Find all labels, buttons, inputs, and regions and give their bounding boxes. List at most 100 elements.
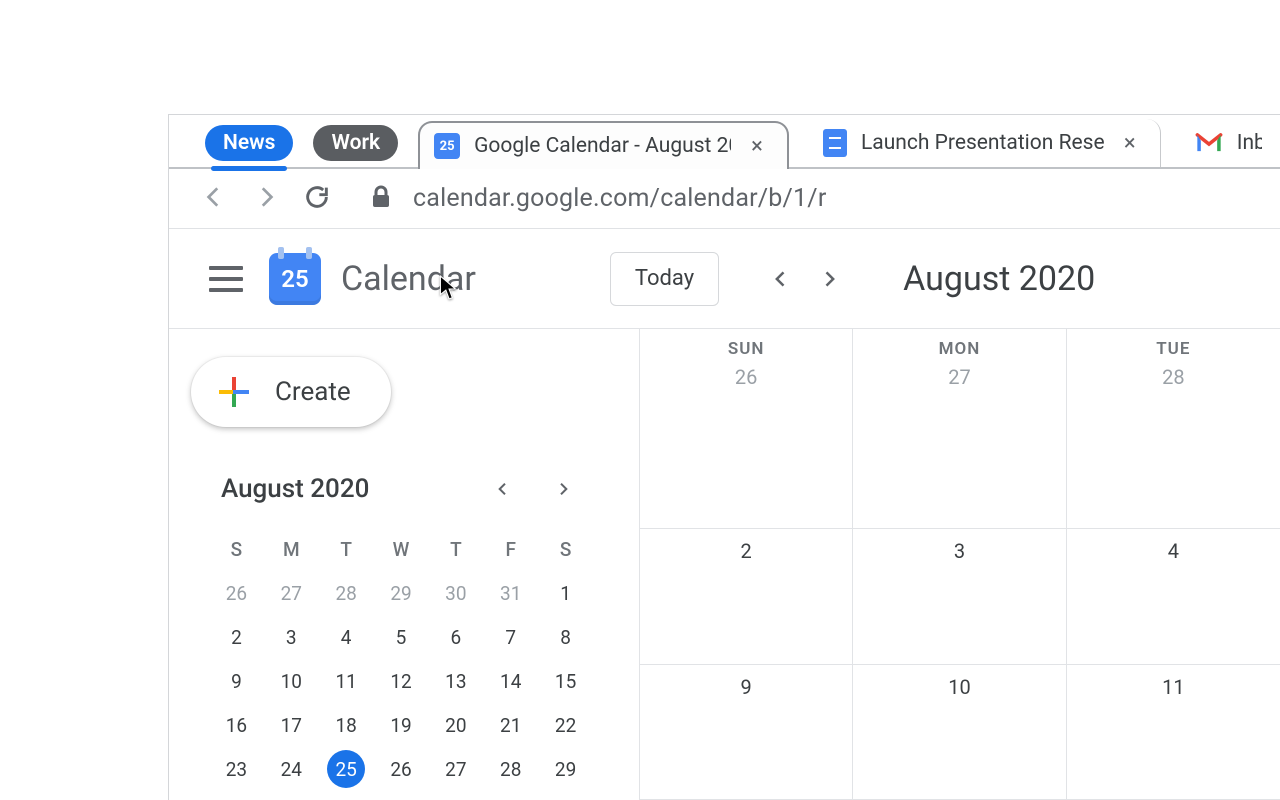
- mini-day[interactable]: 29: [538, 747, 593, 791]
- day-number: 26: [640, 365, 852, 389]
- mini-day[interactable]: 15: [538, 659, 593, 703]
- mini-day[interactable]: 2: [209, 615, 264, 659]
- browser-tab-doc[interactable]: Launch Presentation Research ×: [809, 119, 1161, 167]
- day-number: 2: [640, 539, 852, 563]
- tab-group-work[interactable]: Work: [313, 125, 398, 161]
- mini-day[interactable]: 26: [209, 571, 264, 615]
- mini-day[interactable]: 10: [264, 659, 319, 703]
- hamburger-icon[interactable]: [209, 266, 243, 292]
- mini-day[interactable]: 12: [374, 659, 429, 703]
- close-icon[interactable]: ×: [745, 134, 769, 159]
- mini-dow-label: T: [319, 527, 374, 571]
- day-number: 4: [1067, 539, 1280, 563]
- mini-day[interactable]: 4: [319, 615, 374, 659]
- mini-day[interactable]: 5: [374, 615, 429, 659]
- browser-toolbar: calendar.google.com/calendar/b/1/r: [169, 169, 1280, 229]
- mini-day[interactable]: 6: [428, 615, 483, 659]
- plus-icon: [219, 377, 249, 407]
- sidebar: Create August 2020 SMTWTFS 2627282930311…: [169, 329, 639, 800]
- mini-dow-label: S: [538, 527, 593, 571]
- day-number: 28: [1067, 365, 1280, 389]
- mini-day[interactable]: 30: [428, 571, 483, 615]
- create-label: Create: [275, 377, 351, 407]
- forward-icon[interactable]: [251, 184, 281, 214]
- tab-group-label: News: [223, 131, 275, 155]
- mini-day[interactable]: 29: [374, 571, 429, 615]
- mini-calendar: SMTWTFS 26272829303112345678910111213141…: [191, 527, 599, 791]
- mini-day[interactable]: 26: [374, 747, 429, 791]
- mini-day[interactable]: 31: [483, 571, 538, 615]
- chevron-left-icon[interactable]: [485, 471, 521, 507]
- mini-day[interactable]: 18: [319, 703, 374, 747]
- mini-day[interactable]: 22: [538, 703, 593, 747]
- month-label: August 2020: [903, 259, 1095, 299]
- day-number: 9: [640, 675, 852, 699]
- mini-day[interactable]: 25: [319, 747, 374, 791]
- mini-day[interactable]: 27: [264, 571, 319, 615]
- month-day-cell[interactable]: TUE 28: [1067, 329, 1280, 529]
- month-day-cell[interactable]: SUN 26: [640, 329, 853, 529]
- browser-tab-calendar[interactable]: 25 Google Calendar - August 20… ×: [418, 121, 789, 169]
- month-day-cell[interactable]: 10: [853, 665, 1066, 800]
- day-number: 3: [853, 539, 1065, 563]
- mini-day[interactable]: 17: [264, 703, 319, 747]
- dow-label: TUE: [1067, 339, 1280, 359]
- month-day-cell[interactable]: 4: [1067, 529, 1280, 665]
- month-nav: [763, 261, 847, 297]
- dow-label: SUN: [640, 339, 852, 359]
- mini-day[interactable]: 28: [483, 747, 538, 791]
- today-button[interactable]: Today: [610, 252, 719, 306]
- month-day-cell[interactable]: 9: [640, 665, 853, 800]
- mini-dow-label: W: [374, 527, 429, 571]
- day-number: 10: [853, 675, 1065, 699]
- mini-dow-label: F: [483, 527, 538, 571]
- month-day-cell[interactable]: 3: [853, 529, 1066, 665]
- browser-tab-label: Inb: [1237, 131, 1262, 155]
- close-icon[interactable]: ×: [1118, 131, 1142, 156]
- dow-label: MON: [853, 339, 1065, 359]
- mini-dow-label: M: [264, 527, 319, 571]
- cursor-icon: [439, 275, 457, 301]
- mini-day[interactable]: 8: [538, 615, 593, 659]
- browser-tab-label: Launch Presentation Research: [861, 131, 1104, 155]
- mini-day[interactable]: 24: [264, 747, 319, 791]
- day-number: 11: [1067, 675, 1280, 699]
- reload-icon[interactable]: [303, 183, 331, 215]
- app-header: 25 Calendar Today August 2020: [169, 229, 1280, 329]
- mini-day[interactable]: 28: [319, 571, 374, 615]
- create-button[interactable]: Create: [191, 357, 391, 427]
- chevron-right-icon[interactable]: [811, 261, 847, 297]
- mini-day[interactable]: 27: [428, 747, 483, 791]
- lock-icon: [371, 185, 391, 213]
- browser-tab-strip: News Work 25 Google Calendar - August 20…: [169, 115, 1280, 169]
- mini-day[interactable]: 7: [483, 615, 538, 659]
- browser-tab-gmail[interactable]: Inb: [1181, 119, 1280, 167]
- gcal-logo-icon: 25: [269, 253, 321, 305]
- chevron-right-icon[interactable]: [545, 471, 581, 507]
- mini-dow-label: T: [428, 527, 483, 571]
- month-day-cell[interactable]: 2: [640, 529, 853, 665]
- mini-dow-label: S: [209, 527, 264, 571]
- mini-day[interactable]: 21: [483, 703, 538, 747]
- tab-group-label: Work: [331, 131, 380, 155]
- month-day-cell[interactable]: 11: [1067, 665, 1280, 800]
- mini-day[interactable]: 23: [209, 747, 264, 791]
- month-day-cell[interactable]: MON 27: [853, 329, 1066, 529]
- mini-day[interactable]: 20: [428, 703, 483, 747]
- mini-day[interactable]: 19: [374, 703, 429, 747]
- mini-day[interactable]: 11: [319, 659, 374, 703]
- gcal-favicon-icon: 25: [434, 133, 460, 159]
- mini-day[interactable]: 14: [483, 659, 538, 703]
- mini-day[interactable]: 1: [538, 571, 593, 615]
- gmail-favicon-icon: [1195, 132, 1223, 154]
- day-number: 27: [853, 365, 1065, 389]
- mini-day[interactable]: 3: [264, 615, 319, 659]
- tab-group-news[interactable]: News: [205, 125, 293, 161]
- mini-day[interactable]: 9: [209, 659, 264, 703]
- chevron-left-icon[interactable]: [763, 261, 799, 297]
- back-icon[interactable]: [199, 184, 229, 214]
- mini-day[interactable]: 16: [209, 703, 264, 747]
- gdoc-favicon-icon: [823, 129, 847, 157]
- mini-day[interactable]: 13: [428, 659, 483, 703]
- url-text[interactable]: calendar.google.com/calendar/b/1/r: [413, 184, 827, 213]
